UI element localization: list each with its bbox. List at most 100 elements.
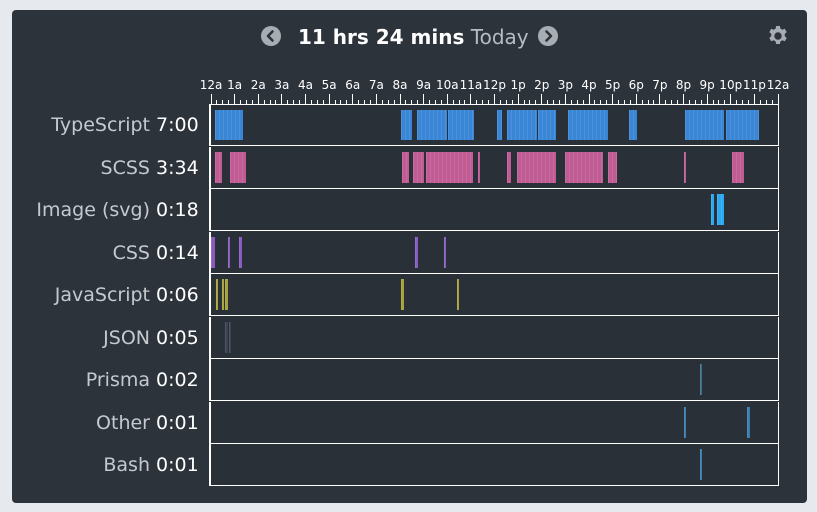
- activity-segment[interactable]: [700, 364, 703, 395]
- gear-icon[interactable]: [766, 24, 790, 48]
- axis-tick-label: 8a: [392, 78, 408, 92]
- activity-segment[interactable]: [412, 151, 424, 183]
- axis-tick-label: 2a: [250, 78, 266, 92]
- activity-segment[interactable]: [214, 110, 243, 140]
- day-label[interactable]: Today: [471, 25, 529, 49]
- axis-tick-label: 11p: [742, 78, 766, 92]
- axis-tick-label: 9a: [416, 78, 432, 92]
- total-duration: 11 hrs 24 mins: [298, 25, 465, 49]
- language-label: Image (svg): [36, 199, 150, 221]
- activity-segment[interactable]: [516, 151, 556, 183]
- activity-segment[interactable]: [507, 110, 538, 140]
- activity-segment[interactable]: [683, 151, 686, 183]
- language-row: JavaScript 0:06: [12, 274, 807, 317]
- language-row: TypeScript 7:00: [12, 104, 807, 147]
- activity-segment[interactable]: [221, 279, 224, 310]
- axis-major-tick: [588, 94, 590, 104]
- axis-major-tick: [683, 94, 684, 104]
- axis-tick-label: 6p: [628, 78, 644, 92]
- timeline-track[interactable]: [209, 104, 779, 146]
- activity-segment[interactable]: [716, 194, 724, 225]
- activity-segment[interactable]: [538, 110, 556, 140]
- language-row: Other 0:01: [12, 401, 807, 445]
- timeline-track[interactable]: [209, 401, 779, 444]
- activity-segment[interactable]: [683, 406, 686, 438]
- axis-major-tick: [281, 94, 283, 104]
- language-time: 0:01: [156, 454, 199, 476]
- language-label: SCSS: [100, 156, 150, 179]
- activity-segment[interactable]: [227, 236, 230, 268]
- activity-segment[interactable]: [629, 110, 638, 140]
- axis-major-tick: [470, 94, 472, 104]
- activity-segment[interactable]: [239, 236, 242, 268]
- axis-tick-label: 5a: [321, 78, 337, 92]
- axis-major-tick: [328, 94, 330, 104]
- axis-major-tick: [706, 94, 708, 104]
- activity-segment[interactable]: [228, 321, 232, 353]
- axis-tick-label: 11a: [459, 78, 483, 92]
- activity-segment[interactable]: [443, 236, 447, 268]
- axis-major-tick: [777, 94, 779, 104]
- activity-segment[interactable]: [211, 236, 215, 268]
- language-time: 0:18: [156, 199, 199, 221]
- activity-segment[interactable]: [496, 110, 502, 140]
- header: 11 hrs 24 mins Today: [12, 24, 807, 52]
- axis-tick-label: 4a: [298, 78, 313, 92]
- timeline-track[interactable]: [209, 316, 779, 359]
- activity-segment[interactable]: [456, 279, 460, 310]
- language-time: 0:06: [156, 284, 199, 306]
- activity-segment[interactable]: [229, 151, 247, 183]
- axis-tick-label: 1p: [510, 78, 526, 92]
- chevron-left-circle-icon[interactable]: [261, 26, 281, 46]
- language-time: 0:05: [156, 326, 199, 349]
- activity-segment[interactable]: [401, 279, 404, 310]
- activity-segment[interactable]: [215, 279, 219, 310]
- axis-major-tick: [399, 94, 401, 104]
- language-label: Other: [96, 411, 150, 434]
- timeline-track[interactable]: [209, 359, 779, 401]
- language-row: SCSS 3:34: [12, 146, 807, 190]
- timeline-track[interactable]: [209, 231, 779, 274]
- activity-segment[interactable]: [565, 151, 604, 183]
- timeline-track[interactable]: [209, 444, 779, 486]
- activity-segment[interactable]: [710, 194, 715, 225]
- activity-segment[interactable]: [225, 321, 228, 353]
- activity-segment[interactable]: [731, 151, 744, 183]
- activity-segment[interactable]: [401, 110, 412, 140]
- activity-segment[interactable]: [425, 151, 474, 183]
- axis-tick-label: 3a: [274, 78, 290, 92]
- language-row: CSS 0:14: [12, 231, 807, 275]
- axis-tick-label: 5p: [604, 78, 621, 92]
- activity-card: 11 hrs 24 mins Today 12a 1a 2a 3a 4a 5a 6a 7a 8a…: [12, 10, 807, 503]
- time-axis-ticks: [12, 94, 807, 104]
- language-time: 7:00: [156, 114, 199, 136]
- timeline-track[interactable]: [209, 189, 779, 231]
- chevron-right-circle-icon[interactable]: [538, 26, 558, 46]
- activity-segment[interactable]: [567, 110, 608, 140]
- timeline-track[interactable]: [209, 146, 779, 189]
- activity-segment[interactable]: [214, 151, 222, 183]
- activity-segment[interactable]: [726, 110, 760, 140]
- language-time: 3:34: [156, 156, 199, 179]
- axis-major-tick: [753, 94, 755, 104]
- timeline-track[interactable]: [209, 274, 779, 316]
- activity-segment[interactable]: [747, 406, 750, 438]
- axis-major-tick: [659, 94, 661, 104]
- activity-segment[interactable]: [448, 110, 475, 140]
- activity-segment[interactable]: [402, 151, 410, 183]
- language-row: Bash 0:01: [12, 444, 807, 487]
- axis-major-tick: [541, 94, 543, 104]
- language-time: 0:02: [156, 369, 199, 391]
- activity-segment[interactable]: [684, 110, 724, 140]
- activity-segment[interactable]: [607, 151, 618, 183]
- axis-tick-label: 10p: [719, 78, 743, 92]
- activity-segment[interactable]: [416, 110, 448, 140]
- axis-major-tick: [564, 94, 566, 104]
- activity-segment[interactable]: [225, 279, 228, 310]
- axis-tick-label: 7p: [652, 78, 668, 92]
- activity-segment[interactable]: [477, 151, 481, 183]
- language-label: Prisma: [85, 369, 150, 391]
- activity-segment[interactable]: [507, 151, 512, 183]
- activity-segment[interactable]: [415, 236, 418, 268]
- activity-segment[interactable]: [700, 449, 703, 480]
